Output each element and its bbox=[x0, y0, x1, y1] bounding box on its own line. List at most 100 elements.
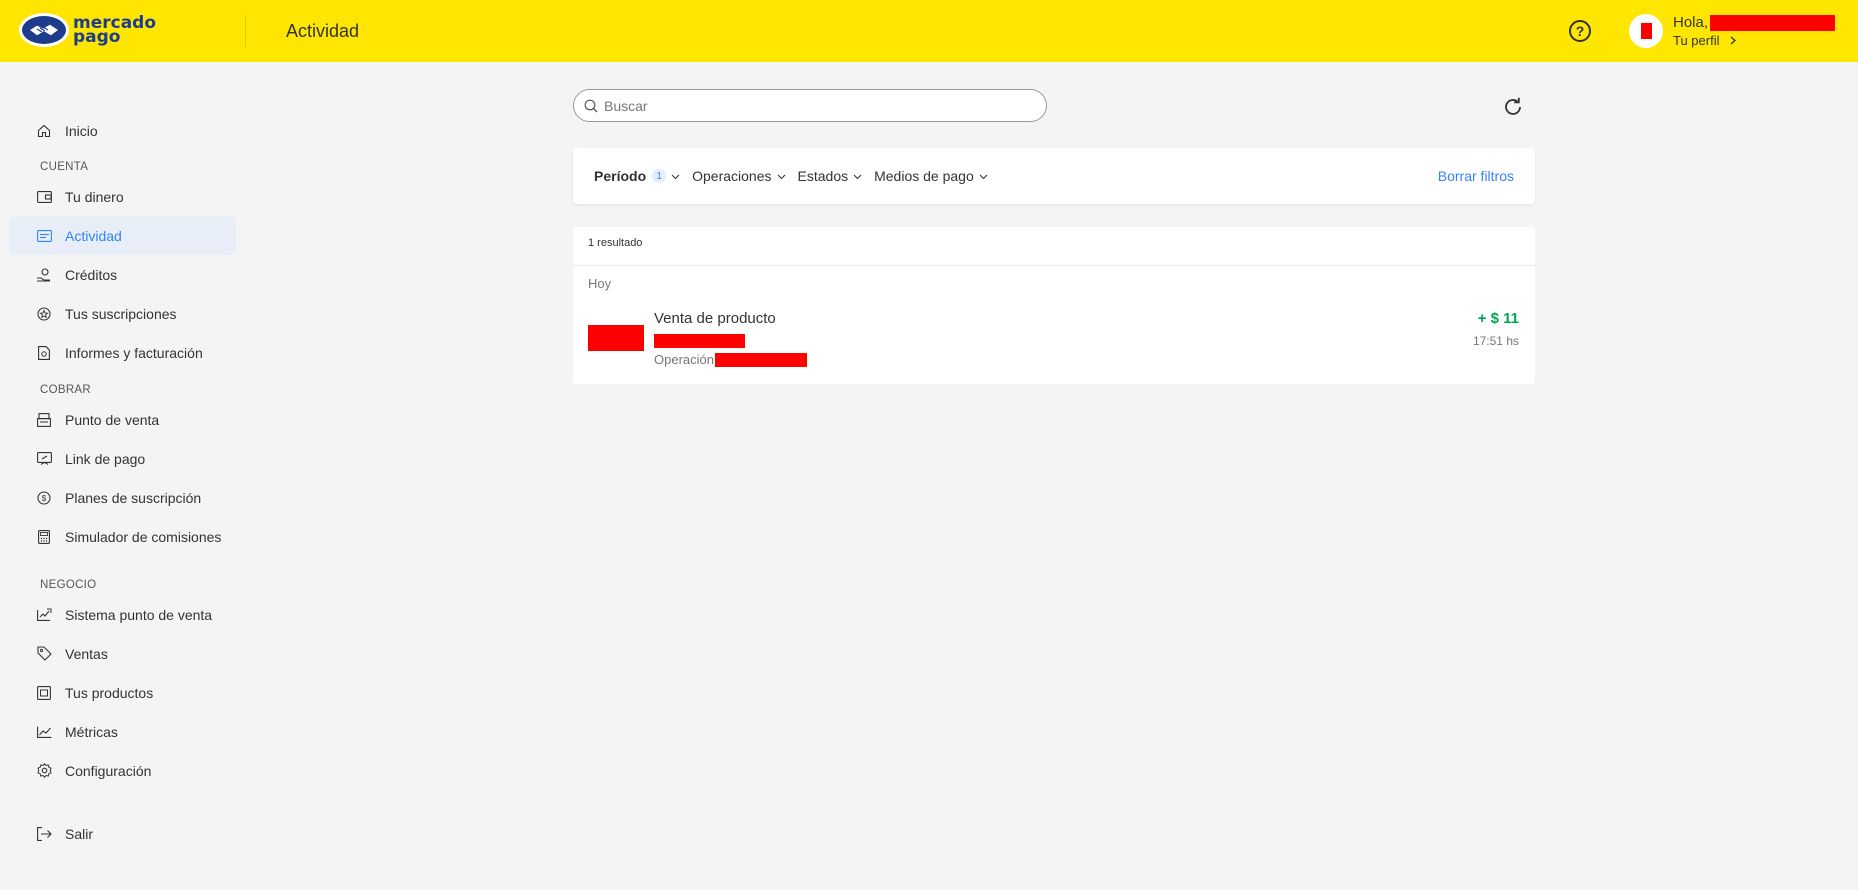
sidebar-item-sistema-punto-de-venta[interactable]: Sistema punto de venta bbox=[9, 595, 236, 634]
transaction-title: Venta de producto bbox=[654, 310, 776, 327]
sidebar-item-label: Informes y facturación bbox=[65, 344, 203, 361]
divider bbox=[573, 265, 1535, 266]
subscriptions-icon bbox=[36, 306, 52, 322]
sidebar-item-actividad[interactable]: Actividad bbox=[9, 216, 236, 255]
activity-icon bbox=[36, 228, 52, 244]
greeting-text: Hola, bbox=[1673, 14, 1709, 31]
page-title: Actividad bbox=[286, 21, 360, 41]
operation-label: Operación bbox=[654, 352, 714, 367]
sidebar: Inicio CUENTA Tu dinero Actividad Crédit… bbox=[0, 62, 245, 890]
pos-icon bbox=[36, 412, 52, 428]
sidebar-item-label: Actividad bbox=[65, 227, 122, 244]
wallet-icon bbox=[36, 189, 52, 205]
chevron-right-icon bbox=[1730, 36, 1737, 45]
avatar[interactable] bbox=[1629, 14, 1663, 48]
products-icon bbox=[36, 685, 52, 701]
search-icon bbox=[584, 99, 598, 112]
transaction-operation: Operación bbox=[654, 352, 807, 367]
filter-label: Operaciones bbox=[692, 168, 772, 184]
sidebar-item-label: Tus suscripciones bbox=[65, 305, 177, 322]
section-label-cobrar: COBRAR bbox=[40, 384, 92, 396]
sidebar-item-creditos[interactable]: Créditos bbox=[9, 255, 236, 294]
sidebar-item-label: Tus productos bbox=[65, 684, 154, 701]
header-divider bbox=[245, 15, 246, 47]
handshake-icon bbox=[19, 13, 69, 47]
payment-link-icon bbox=[36, 451, 52, 467]
profile-link-label: Tu perfil bbox=[1673, 33, 1720, 48]
sidebar-item-punto-de-venta[interactable]: Punto de venta bbox=[9, 400, 236, 439]
sidebar-item-inicio[interactable]: Inicio bbox=[9, 111, 236, 150]
results-count: 1 resultado bbox=[588, 237, 643, 249]
chevron-down-icon bbox=[853, 174, 862, 179]
sidebar-item-link-de-pago[interactable]: Link de pago bbox=[9, 439, 236, 478]
section-label-cuenta: CUENTA bbox=[40, 161, 89, 173]
clear-filters-button[interactable]: Borrar filtros bbox=[1438, 168, 1514, 184]
sidebar-item-label: Salir bbox=[65, 825, 94, 842]
sidebar-item-label: Sistema punto de venta bbox=[65, 606, 213, 623]
sidebar-item-label: Créditos bbox=[65, 266, 118, 283]
transaction-time: 17:51 hs bbox=[1472, 334, 1519, 348]
tag-icon bbox=[36, 646, 52, 662]
user-greeting[interactable]: Hola, Tu perfil bbox=[1673, 14, 1836, 48]
results-panel: 1 resultado Hoy Venta de producto Operac… bbox=[573, 227, 1535, 384]
gear-icon bbox=[36, 763, 52, 779]
chevron-down-icon bbox=[671, 174, 680, 179]
logout-icon bbox=[36, 826, 52, 842]
plans-icon: $ bbox=[36, 490, 52, 506]
sidebar-item-configuracion[interactable]: Configuración bbox=[9, 751, 236, 790]
refresh-icon[interactable] bbox=[1501, 95, 1525, 119]
sidebar-item-label: Ventas bbox=[65, 645, 108, 662]
credits-icon bbox=[36, 267, 52, 283]
redacted-image bbox=[588, 325, 644, 351]
sidebar-item-label: Tu dinero bbox=[65, 188, 124, 205]
filter-medios-de-pago[interactable]: Medios de pago bbox=[874, 168, 988, 184]
chevron-down-icon bbox=[979, 174, 988, 179]
sidebar-item-label: Punto de venta bbox=[65, 411, 160, 428]
filter-label: Medios de pago bbox=[874, 168, 974, 184]
sidebar-item-salir[interactable]: Salir bbox=[9, 814, 236, 853]
filter-periodo[interactable]: Período 1 bbox=[594, 168, 680, 184]
pos-system-icon bbox=[36, 607, 52, 623]
sidebar-item-planes-de-suscripcion[interactable]: $ Planes de suscripción bbox=[9, 478, 236, 517]
sidebar-item-label: Métricas bbox=[65, 723, 118, 740]
chevron-down-icon bbox=[777, 174, 785, 179]
section-label-negocio: NEGOCIO bbox=[40, 579, 97, 591]
redacted-avatar bbox=[1640, 23, 1652, 39]
redacted-operation-id bbox=[714, 352, 807, 367]
transaction-thumbnail bbox=[588, 310, 644, 366]
redacted-user-name bbox=[1710, 14, 1836, 31]
sidebar-item-label: Planes de suscripción bbox=[65, 489, 202, 506]
filter-estados[interactable]: Estados bbox=[798, 168, 863, 184]
calculator-icon bbox=[36, 529, 52, 545]
reports-icon bbox=[36, 345, 52, 361]
sidebar-item-simulador[interactable]: Simulador de comisiones bbox=[9, 517, 236, 556]
sidebar-item-label: Configuración bbox=[65, 762, 152, 779]
sidebar-item-label: Simulador de comisiones bbox=[65, 528, 222, 545]
sidebar-item-label: Inicio bbox=[65, 122, 98, 139]
sidebar-item-label: Link de pago bbox=[65, 450, 146, 467]
date-group-label: Hoy bbox=[588, 276, 612, 291]
sidebar-item-tus-suscripciones[interactable]: Tus suscripciones bbox=[9, 294, 236, 333]
top-header: mercado pago Actividad ? Hola, Tu perfil bbox=[0, 0, 1858, 62]
question-circle-icon[interactable]: ? bbox=[1569, 20, 1591, 42]
search-input[interactable] bbox=[604, 97, 1024, 114]
sidebar-item-tu-dinero[interactable]: Tu dinero bbox=[9, 177, 236, 216]
filter-label: Estados bbox=[797, 168, 849, 184]
sidebar-item-ventas[interactable]: Ventas bbox=[9, 634, 236, 673]
mercado-pago-logo[interactable]: mercado pago bbox=[19, 13, 156, 47]
svg-text:$: $ bbox=[42, 494, 47, 503]
sidebar-item-informes[interactable]: Informes y facturación bbox=[9, 333, 236, 372]
filter-count-badge: 1 bbox=[652, 169, 667, 183]
filter-label: Período bbox=[594, 168, 647, 184]
home-icon bbox=[36, 123, 52, 139]
sidebar-item-tus-productos[interactable]: Tus productos bbox=[9, 673, 236, 712]
redacted-buyer bbox=[654, 334, 745, 348]
filter-operaciones[interactable]: Operaciones bbox=[692, 168, 785, 184]
transaction-amount: + $ 11 bbox=[1477, 310, 1519, 327]
profile-link[interactable]: Tu perfil bbox=[1673, 33, 1835, 48]
logo-text: mercado pago bbox=[73, 15, 156, 46]
sidebar-item-metricas[interactable]: Métricas bbox=[9, 712, 236, 751]
metrics-icon bbox=[36, 724, 52, 740]
search-box[interactable] bbox=[573, 89, 1047, 122]
filters-bar: Período 1 Operaciones Estados Medios de … bbox=[573, 148, 1535, 204]
